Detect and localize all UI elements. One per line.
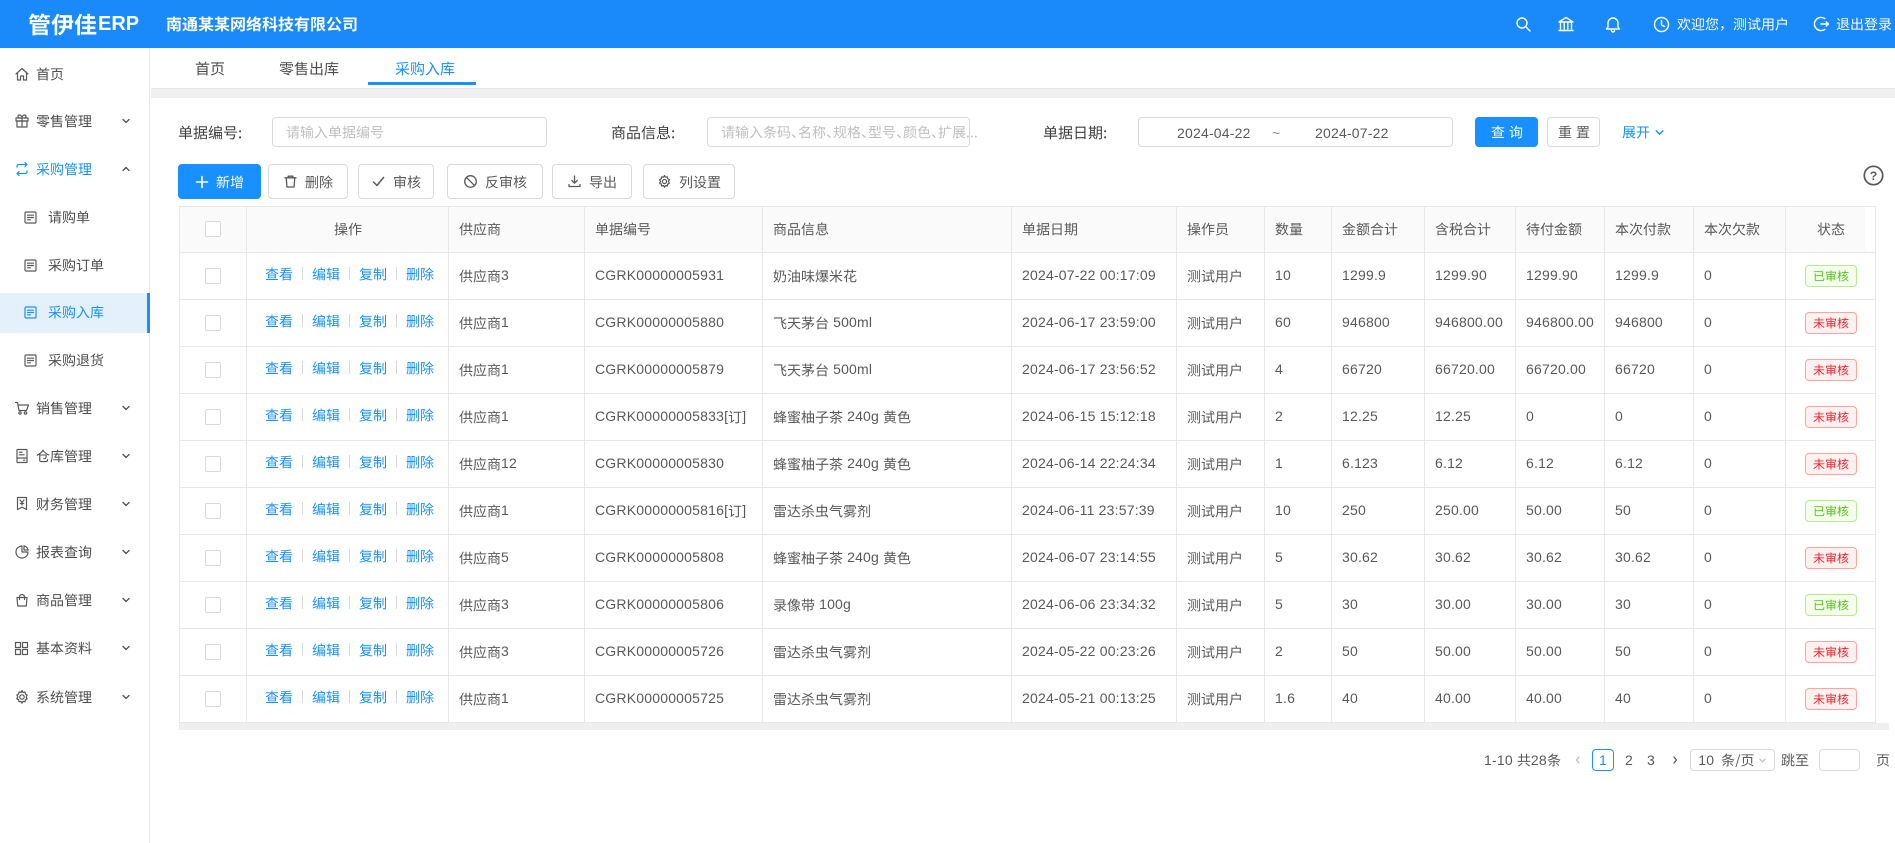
svg-text:?: ?: [1870, 169, 1877, 183]
